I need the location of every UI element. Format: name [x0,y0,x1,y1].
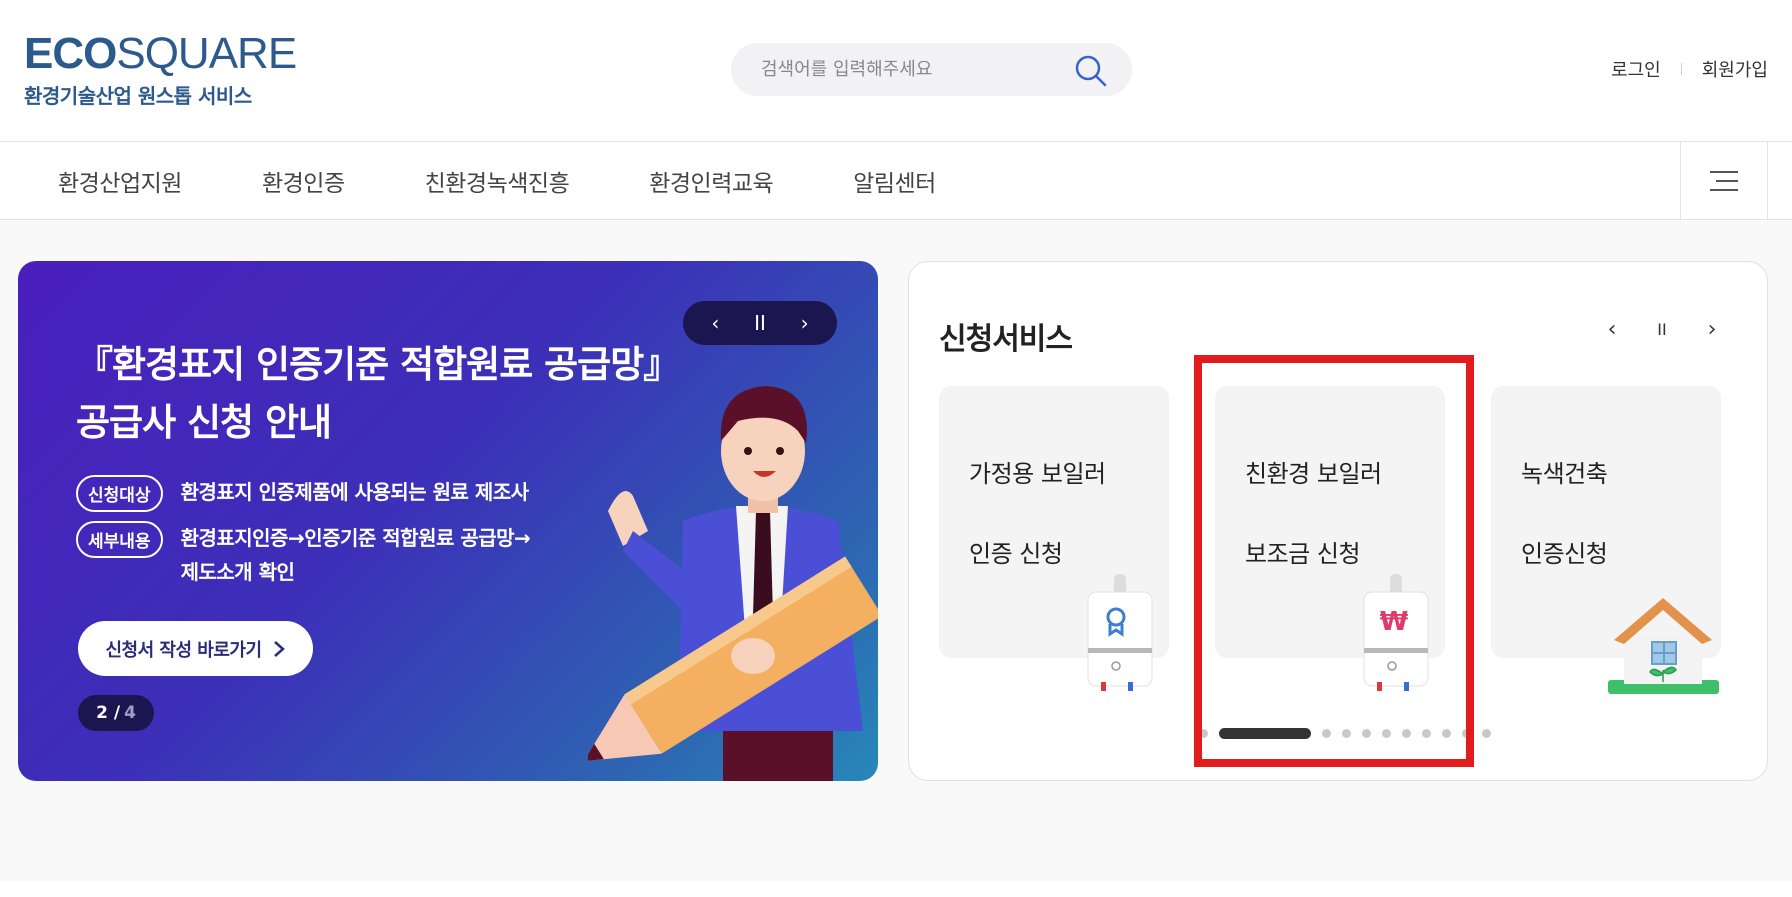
services-pagination [1199,728,1502,739]
service-card-line1: 친환경 보일러 [1245,460,1382,488]
service-card-line1: 가정용 보일러 [969,460,1106,488]
application-services-panel: 신청서비스 ‹ II › 가정용 보일러 인증 신청 친환경 보일러 보조금 신… [908,261,1768,781]
green-house-icon [1608,598,1719,694]
main-banner[interactable]: ‹ II › 『환경표지 인증기준 적합원료 공급망』 공급사 신청 안내 신청… [18,261,878,781]
site-logo[interactable]: ECOSQUARE 환경기술산업 원스톱 서비스 [24,29,297,109]
banner-count-current: 2 / [96,703,121,723]
hamburger-menu-button[interactable] [1680,142,1768,220]
banner-tag-target: 신청대상 [76,475,163,512]
pager-dot-4[interactable] [1342,729,1351,738]
pager-dot-8[interactable] [1422,729,1431,738]
main-navigation: 환경산업지원 환경인증 친환경녹색진흥 환경인력교육 알림센터 [0,142,1792,220]
services-controls: ‹ II › [1587,317,1737,342]
user-links: 로그인 회원가입 [1611,56,1768,82]
logo-wordmark: ECOSQUARE [24,29,297,78]
gnb-item-education[interactable]: 환경인력교육 [649,164,773,198]
gnb-item-notice-center[interactable]: 알림센터 [853,164,936,198]
service-card-line1: 녹색건축 [1521,460,1608,488]
banner-row-target: 신청대상 환경표지 인증제품에 사용되는 원료 제조사 [76,475,529,512]
service-card-eco-boiler-subsidy[interactable]: 친환경 보일러 보조금 신청 ₩ [1215,386,1445,691]
banner-prev-button[interactable]: ‹ [700,311,730,335]
gnb-list: 환경산업지원 환경인증 친환경녹색진흥 환경인력교육 알림센터 [58,142,1016,220]
main-content: ‹ II › 『환경표지 인증기준 적합원료 공급망』 공급사 신청 안내 신청… [0,221,1792,881]
gnb-item-certification[interactable]: 환경인증 [262,164,345,198]
logo-subtitle: 환경기술산업 원스톱 서비스 [24,84,252,108]
banner-apply-button[interactable]: 신청서 작성 바로가기 [78,621,313,676]
pager-dot-2-active[interactable] [1219,728,1311,739]
banner-count-total: 4 [124,703,136,723]
hamburger-icon [1710,171,1738,191]
services-prev-button[interactable]: ‹ [1587,317,1637,342]
banner-slide-counter: 2 /4 [78,695,154,731]
banner-apply-label: 신청서 작성 바로가기 [105,639,262,661]
svg-text:₩: ₩ [1380,607,1409,637]
banner-text-detail-line1: 환경표지인증→인증기준 적합원료 공급망→ [180,526,531,550]
pager-dot-7[interactable] [1402,729,1411,738]
banner-row-detail: 세부내용 환경표지인증→인증기준 적합원료 공급망→ 제도소개 확인 [76,521,531,589]
search-input[interactable] [761,43,1061,96]
chevron-right-icon [273,640,285,657]
pager-dot-1[interactable] [1199,729,1208,738]
login-link[interactable]: 로그인 [1611,56,1661,82]
link-divider [1680,63,1682,75]
boiler-won-icon: ₩ [1363,574,1429,691]
pager-dot-10[interactable] [1462,729,1471,738]
pager-dot-6[interactable] [1382,729,1391,738]
service-card-home-boiler[interactable]: 가정용 보일러 인증 신청 [939,386,1169,691]
businessman-illustration [588,386,878,781]
service-card-green-building[interactable]: 녹색건축 인증신청 [1491,386,1721,694]
banner-text-detail-line2: 제도소개 확인 [180,560,295,584]
gnb-item-green-promotion[interactable]: 친환경녹색진흥 [425,164,570,198]
boiler-certificate-icon [1087,574,1153,691]
search-icon[interactable] [1074,54,1108,88]
site-header: ECOSQUARE 환경기술산업 원스톱 서비스 로그인 회원가입 [0,0,1792,142]
banner-pause-button[interactable]: II [745,311,775,335]
banner-text-detail: 환경표지인증→인증기준 적합원료 공급망→ 제도소개 확인 [181,521,531,589]
service-card-line2: 인증 신청 [969,540,1063,568]
pager-dot-3[interactable] [1322,729,1331,738]
signup-link[interactable]: 회원가입 [1702,56,1768,82]
service-card-line2: 보조금 신청 [1245,540,1361,568]
banner-controls: ‹ II › [683,301,837,345]
services-pause-button[interactable]: II [1637,320,1687,339]
service-card-label: 녹색건축 인증신청 [1521,414,1608,614]
page-bottom [0,881,1792,897]
gnb-item-industry-support[interactable]: 환경산업지원 [58,164,182,198]
search-box [731,43,1132,96]
banner-next-button[interactable]: › [790,311,820,335]
logo-eco: ECO [24,29,117,78]
pager-dot-5[interactable] [1362,729,1371,738]
banner-text-target: 환경표지 인증제품에 사용되는 원료 제조사 [180,480,530,504]
services-title: 신청서비스 [939,322,1073,357]
service-card-line2: 인증신청 [1521,540,1608,568]
logo-square: SQUARE [116,29,297,78]
banner-tag-detail: 세부내용 [76,521,163,558]
pager-dot-11[interactable] [1482,729,1491,738]
service-cards: 가정용 보일러 인증 신청 친환경 보일러 보조금 신청 ₩ 녹색건축 인증신청 [939,386,1767,694]
services-next-button[interactable]: › [1687,317,1737,342]
pager-dot-9[interactable] [1442,729,1451,738]
